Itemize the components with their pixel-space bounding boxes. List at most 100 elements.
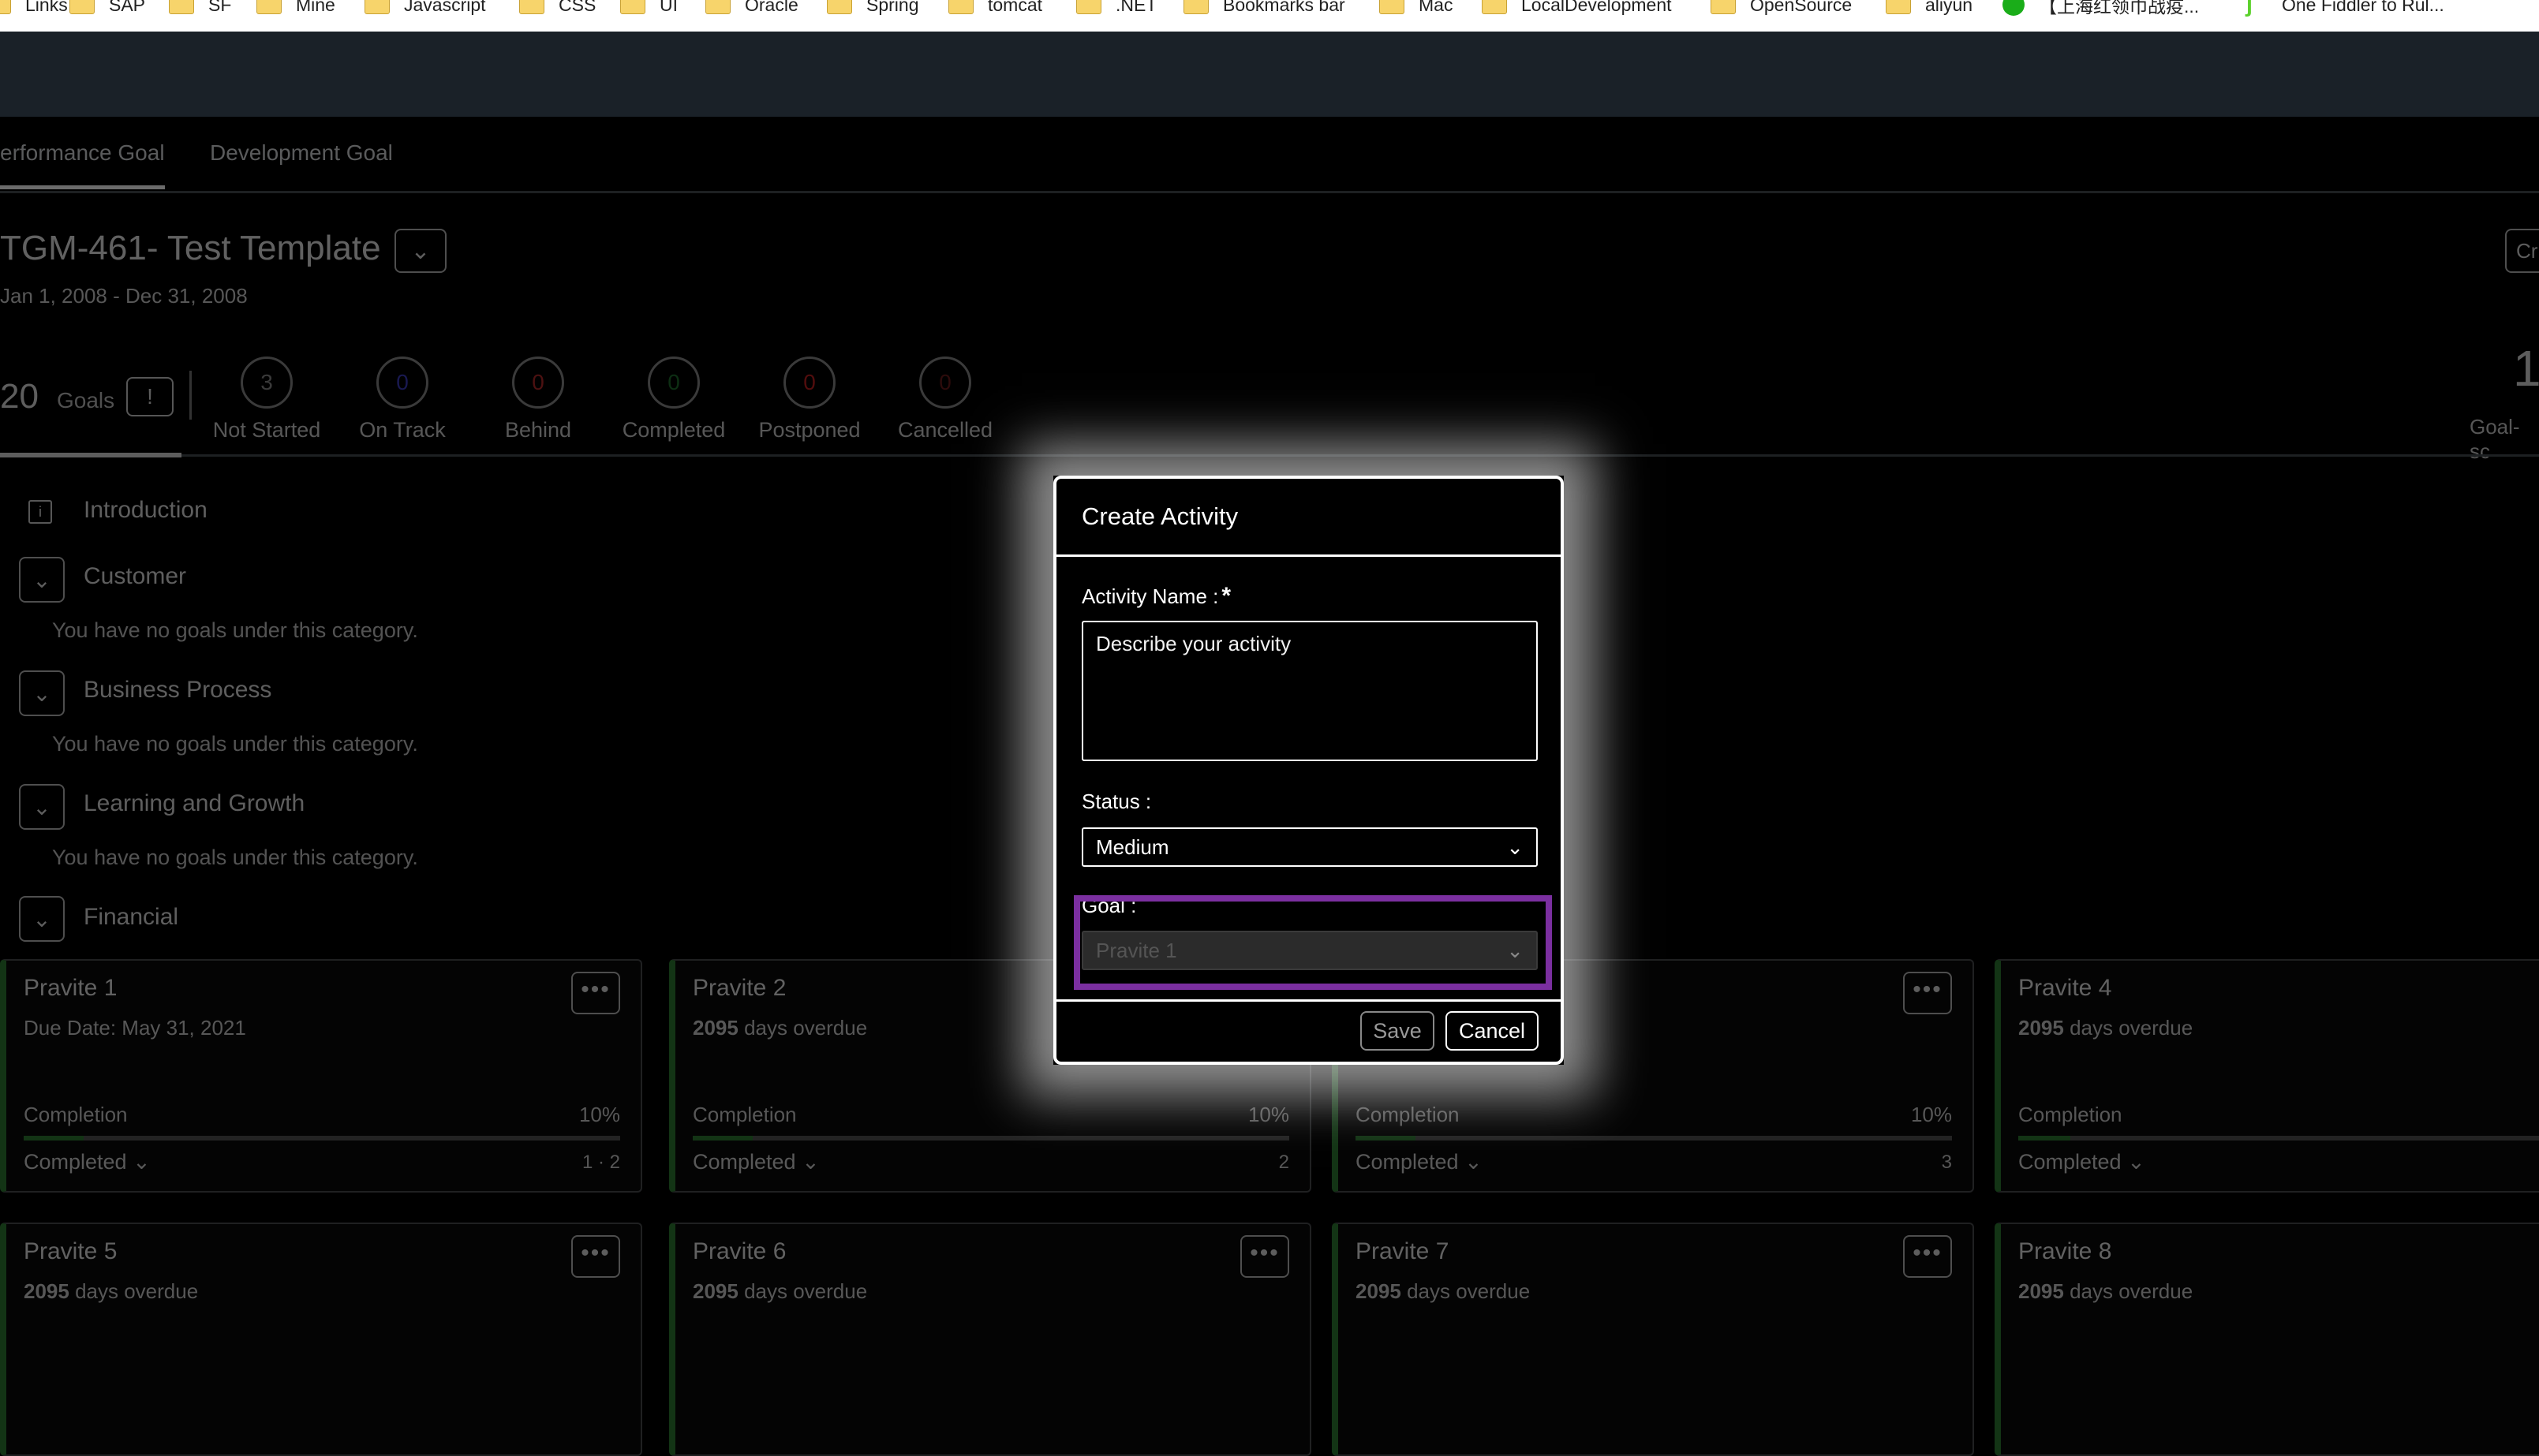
- status-value: Medium: [1096, 835, 1169, 859]
- save-button[interactable]: Save: [1360, 1011, 1434, 1051]
- goal-card[interactable]: Pravite 5 2095 days overdue •••: [0, 1223, 642, 1456]
- bookmark-bookmarks-bar[interactable]: Bookmarks bar: [1183, 0, 1345, 17]
- stat-cancelled[interactable]: 0 Cancelled: [878, 357, 1012, 442]
- expand-customer-button[interactable]: ⌄: [19, 557, 65, 603]
- overdue-days: 2095: [1356, 1279, 1401, 1303]
- progress-fill: [2018, 1136, 2071, 1141]
- folder-icon: [705, 0, 731, 14]
- create-activity-dialog: Create Activity Activity Name :* Status …: [1053, 476, 1564, 1065]
- bookmark-spring[interactable]: Spring: [827, 0, 918, 17]
- more-options-button[interactable]: •••: [1903, 1235, 1952, 1278]
- progress-bar: [24, 1136, 620, 1141]
- date-range: Jan 1, 2008 - Dec 31, 2008: [0, 284, 248, 308]
- bookmark-fiddler[interactable]: ʃ One Fiddler to Rul...: [2245, 0, 2444, 17]
- activity-name-text: Activity Name :: [1082, 584, 1219, 608]
- alert-icon[interactable]: !: [126, 377, 174, 416]
- tab-development-goal[interactable]: Development Goal: [210, 140, 393, 166]
- section-business-process: Business Process: [84, 677, 272, 703]
- due-date: 2095 days overdue: [24, 1279, 198, 1304]
- activity-name-label: Activity Name : *: [1082, 583, 1231, 610]
- status-label: Completed: [1356, 1150, 1459, 1174]
- bookmark-css[interactable]: CSS: [519, 0, 596, 17]
- more-options-button[interactable]: •••: [571, 1235, 620, 1278]
- create-button[interactable]: Cr: [2505, 229, 2539, 273]
- progress-bar: [1356, 1136, 1952, 1141]
- stat-on-track[interactable]: 0 On Track: [335, 357, 469, 442]
- more-options-button[interactable]: •••: [1240, 1235, 1289, 1278]
- section-financial: Financial: [84, 904, 179, 930]
- bookmark-sf[interactable]: SF: [169, 0, 231, 17]
- chevron-down-icon: ⌄: [32, 794, 51, 819]
- due-date: 2095 days overdue: [1356, 1279, 1530, 1304]
- goal-card[interactable]: Pravite 8 2095 days overdue: [1995, 1223, 2539, 1456]
- bookmark-tomcat[interactable]: tomcat: [948, 0, 1042, 17]
- folder-icon: [1711, 0, 1736, 14]
- bookmark-mine[interactable]: Mine: [256, 0, 335, 17]
- more-options-button[interactable]: •••: [571, 972, 620, 1014]
- status-dropdown[interactable]: Completed ⌄: [2018, 1150, 2145, 1174]
- bookmark-dotnet[interactable]: .NET: [1076, 0, 1157, 17]
- overdue-days: 2095: [24, 1279, 69, 1303]
- stat-circle: 0: [783, 357, 836, 409]
- folder-icon: [519, 0, 544, 14]
- page-title: TGM-461- Test Template: [0, 229, 381, 267]
- folder-icon: [256, 0, 282, 14]
- bookmark-opensource[interactable]: OpenSource: [1711, 0, 1852, 17]
- tab-performance-goal[interactable]: erformance Goal: [0, 140, 165, 189]
- completion-label: Completion: [2018, 1103, 2122, 1126]
- goal-card[interactable]: Pravite 1 Due Date: May 31, 2021 ••• Com…: [0, 959, 642, 1193]
- progress-bar: [693, 1136, 1289, 1141]
- stat-completed[interactable]: 0 Completed: [607, 357, 741, 442]
- bookmark-mac[interactable]: Mac: [1379, 0, 1453, 17]
- overdue-days: 2095: [2018, 1016, 2064, 1040]
- bookmark-links[interactable]: Links: [0, 0, 68, 17]
- bookmark-oracle[interactable]: Oracle: [705, 0, 798, 17]
- app-shell-bar: [0, 32, 2539, 117]
- bookmark-aliyun[interactable]: aliyun: [1886, 0, 1972, 17]
- bookmark-localdevelopment[interactable]: LocalDevelopment: [1482, 0, 1672, 17]
- status-dropdown[interactable]: Completed ⌄: [24, 1150, 151, 1174]
- activity-name-input[interactable]: [1082, 621, 1538, 761]
- stat-behind[interactable]: 0 Behind: [471, 357, 605, 442]
- highlight-frame: [1074, 895, 1552, 990]
- stat-label: Not Started: [212, 418, 321, 442]
- bookmark-sap[interactable]: SAP: [69, 0, 145, 17]
- section-introduction[interactable]: Introduction: [84, 497, 208, 524]
- due-date: 2095 days overdue: [2018, 1279, 2193, 1304]
- attachment-counts: 2: [1278, 1152, 1289, 1173]
- goal-card[interactable]: Pravite 4 2095 days overdue Completion C…: [1995, 959, 2539, 1193]
- bookmark-shanghai[interactable]: 【上海红领巾战疫...: [2002, 0, 2199, 17]
- overdue-days: 2095: [693, 1279, 739, 1303]
- stat-postponed[interactable]: 0 Postponed: [742, 357, 877, 442]
- cancel-button[interactable]: Cancel: [1445, 1011, 1539, 1051]
- bookmark-ui[interactable]: UI: [620, 0, 678, 17]
- goal-name: Pravite 2: [693, 975, 787, 1001]
- expand-learning-button[interactable]: ⌄: [19, 784, 65, 830]
- template-dropdown-button[interactable]: ⌄: [394, 229, 447, 273]
- overdue-text: days overdue: [738, 1016, 868, 1040]
- chevron-down-icon: ⌄: [2127, 1150, 2145, 1174]
- more-options-button[interactable]: •••: [1903, 972, 1952, 1014]
- status-dropdown[interactable]: Completed ⌄: [693, 1150, 820, 1174]
- status-select[interactable]: Medium ⌄: [1082, 827, 1538, 867]
- stats-active-indicator: [0, 453, 181, 457]
- status-dropdown[interactable]: Completed ⌄: [1356, 1150, 1483, 1174]
- folder-icon: [69, 0, 95, 14]
- overdue-text: days overdue: [1400, 1279, 1531, 1303]
- bookmark-javascript[interactable]: Javascript: [365, 0, 486, 17]
- chevron-down-icon: ⌄: [1506, 835, 1524, 859]
- dialog-header: Create Activity: [1056, 479, 1561, 557]
- goal-name: Pravite 6: [693, 1238, 787, 1264]
- dialog-title: Create Activity: [1082, 502, 1239, 530]
- stat-label: Behind: [504, 418, 572, 442]
- goal-card[interactable]: Pravite 7 2095 days overdue •••: [1332, 1223, 1974, 1456]
- goal-name: Pravite 5: [24, 1238, 118, 1264]
- goal-card[interactable]: Pravite 6 2095 days overdue •••: [669, 1223, 1311, 1456]
- chevron-down-icon: ⌄: [133, 1150, 151, 1174]
- wechat-icon: [2002, 0, 2025, 16]
- status-label: Completed: [24, 1150, 127, 1174]
- stat-not-started[interactable]: 3 Not Started: [200, 357, 334, 442]
- expand-business-button[interactable]: ⌄: [19, 670, 65, 716]
- empty-message: You have no goals under this category.: [52, 846, 418, 869]
- expand-financial-button[interactable]: ⌄: [19, 896, 65, 942]
